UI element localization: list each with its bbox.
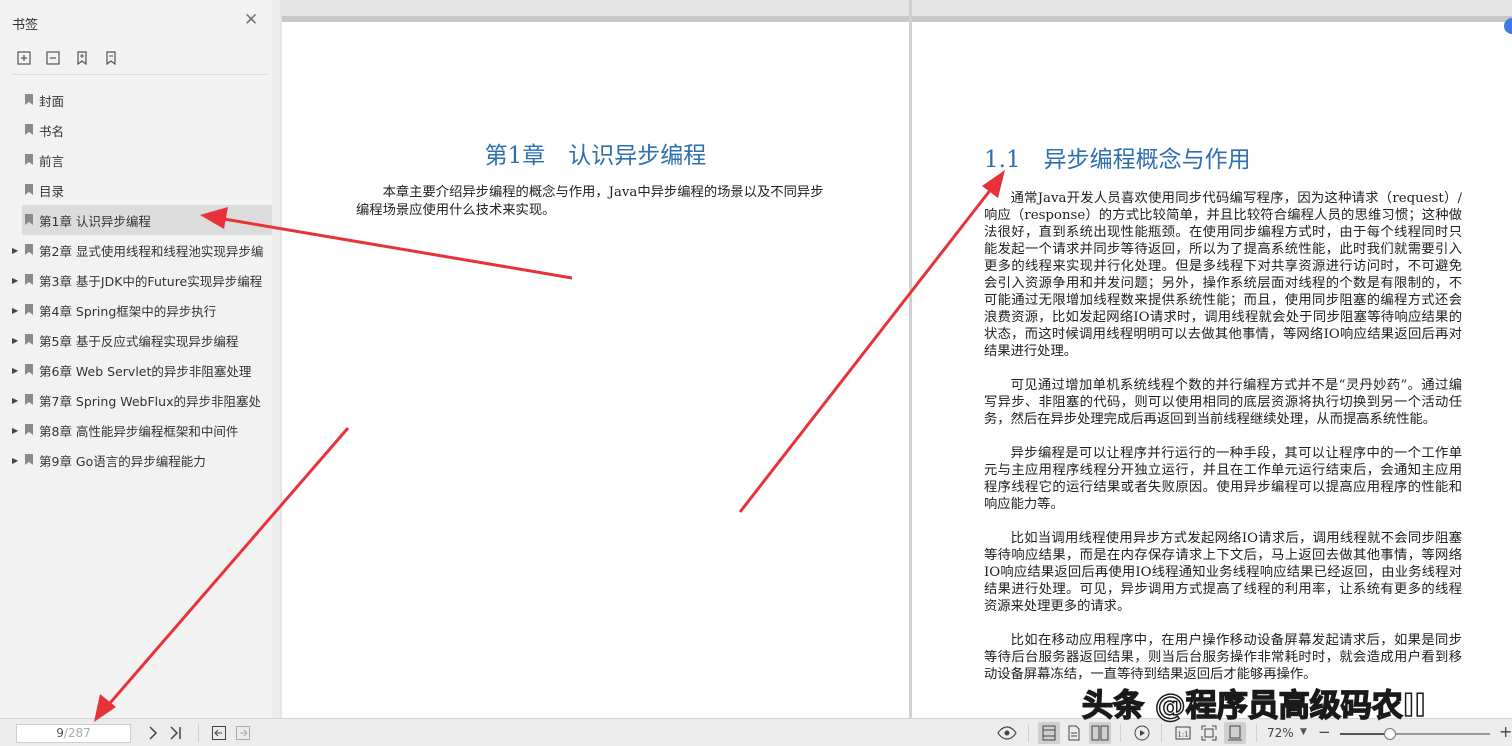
two-page-view-icon[interactable] (1089, 722, 1111, 744)
bookmark-label: 第3章 基于JDK中的Future实现异步编程 (39, 273, 263, 289)
zoom-slider-fill (1340, 733, 1390, 735)
single-page-view-icon[interactable] (1038, 722, 1060, 744)
section-body: 通常Java开发人员喜欢使用同步代码编写程序，因为这种请求（request）/响… (984, 190, 1462, 700)
bookmark-label: 书名 (39, 123, 65, 139)
bookmark-icon (25, 274, 33, 285)
zoom-slider[interactable] (1340, 728, 1490, 740)
bookmark-label: 第2章 显式使用线程和线程池实现异步编 (39, 243, 264, 259)
zoom-in-icon[interactable]: + (1499, 722, 1512, 741)
bookmark-label: 第8章 高性能异步编程框架和中间件 (39, 423, 239, 439)
bookmark-panel: 书签 ✕ 封面书名前言目录▶第1章 认识异步编程▶第2章 显式使用线程和线程池实… (0, 0, 279, 718)
expand-arrow-icon[interactable]: ▶ (12, 276, 18, 285)
bookmark-label: 第6章 Web Servlet的异步非阻塞处理 (39, 363, 252, 379)
chevron-down-icon[interactable]: ▼ (1300, 727, 1307, 737)
bookmark-item[interactable]: 目录 (0, 175, 272, 205)
expand-arrow-icon[interactable]: ▶ (12, 336, 18, 345)
bookmark-item[interactable]: ▶ 第6章 Web Servlet的异步非阻塞处理 (0, 355, 272, 385)
bookmark-panel-title: 书签 (12, 18, 39, 33)
remove-bookmark-icon[interactable] (101, 48, 121, 68)
divider (1161, 724, 1162, 742)
expand-arrow-icon[interactable]: ▶ (12, 306, 18, 315)
bookmark-icon (25, 304, 33, 315)
bookmark-icon (25, 214, 33, 225)
bookmark-list: 封面书名前言目录▶第1章 认识异步编程▶第2章 显式使用线程和线程池实现异步编▶… (0, 85, 272, 475)
bookmark-item[interactable]: 前言 (0, 145, 272, 175)
bookmark-toolbar (14, 48, 121, 68)
close-icon[interactable]: ✕ (244, 12, 258, 29)
last-page-icon[interactable] (168, 724, 184, 742)
svg-text:1:1: 1:1 (1177, 731, 1188, 739)
bookmark-icon (25, 124, 33, 135)
scrollbar[interactable] (272, 0, 279, 718)
bookmark-label: 目录 (39, 183, 65, 199)
divider (12, 74, 267, 75)
bookmark-icon (25, 394, 33, 405)
bookmark-item[interactable]: ▶ 第7章 Spring WebFlux的异步非阻塞处 (0, 385, 272, 415)
bookmark-icon (25, 184, 33, 195)
bookmark-label: 第7章 Spring WebFlux的异步非阻塞处 (39, 393, 261, 409)
bookmark-label: 封面 (39, 93, 65, 109)
bookmark-label: 前言 (39, 153, 65, 169)
bookmark-label: 第1章 认识异步编程 (39, 213, 151, 229)
collapse-bookmarks-icon[interactable] (43, 48, 63, 68)
page-number-input[interactable]: 9/287 (16, 724, 131, 743)
fit-page-icon[interactable] (1198, 722, 1220, 744)
previous-view-icon[interactable] (210, 724, 228, 742)
bookmark-item[interactable]: ▶ 第8章 高性能异步编程框架和中间件 (0, 415, 272, 445)
chapter-title: 第1章 认识异步编程 (484, 143, 707, 169)
zoom-slider-handle[interactable] (1383, 728, 1396, 740)
actual-size-icon[interactable]: 1:1 (1172, 722, 1194, 744)
bookmark-label: 第9章 Go语言的异步编程能力 (39, 453, 206, 469)
continuous-view-icon[interactable] (1063, 722, 1085, 744)
bookmark-icon (25, 334, 33, 345)
current-page: 9 (56, 726, 64, 740)
bookmark-item[interactable]: ▶ 第9章 Go语言的异步编程能力 (0, 445, 272, 475)
bookmark-item[interactable]: ▶第1章 认识异步编程 (22, 205, 272, 235)
bookmark-label: 第5章 基于反应式编程实现异步编程 (39, 333, 239, 349)
bookmark-item[interactable]: 书名 (0, 115, 272, 145)
paragraph: 比如在移动应用程序中，在用户操作移动设备屏幕发起请求后，如果是同步等待后台服务器… (984, 633, 1462, 682)
left-page: 第1章 认识异步编程 本章主要介绍异步编程的概念与作用，Java中异步编程的场景… (282, 22, 909, 718)
document-view[interactable]: 第1章 认识异步编程 本章主要介绍异步编程的概念与作用，Java中异步编程的场景… (280, 0, 1512, 718)
bookmark-item[interactable]: ▶ 第4章 Spring框架中的异步执行 (0, 295, 272, 325)
paragraph: 异步编程是可以让程序并行运行的一种手段，其可以让程序中的一个工作单元与主应用程序… (984, 446, 1462, 512)
divider (1028, 724, 1029, 742)
expand-arrow-icon[interactable]: ▶ (12, 396, 18, 405)
bookmark-icon (25, 454, 33, 465)
bookmark-item[interactable]: ▶ 第5章 基于反应式编程实现异步编程 (0, 325, 272, 355)
expand-arrow-icon[interactable]: ▶ (12, 426, 18, 435)
bookmark-item[interactable]: 封面 (0, 85, 272, 115)
watermark: 头条 @程序员高级码农II (1081, 687, 1426, 725)
eye-icon[interactable] (996, 724, 1018, 742)
expand-arrow-icon[interactable]: ▶ (12, 366, 18, 375)
paragraph: 可见通过增加单机系统线程个数的并行编程方式并不是“灵丹妙药”。通过编写异步、非阻… (984, 378, 1462, 427)
bookmark-item[interactable]: ▶ 第3章 基于JDK中的Future实现异步编程 (0, 265, 272, 295)
total-pages: /287 (63, 726, 91, 740)
fit-width-icon[interactable] (1224, 722, 1246, 744)
next-page-icon[interactable] (146, 724, 160, 742)
divider (198, 724, 199, 742)
expand-arrow-icon[interactable]: ▶ (12, 246, 18, 255)
bookmark-label: 第4章 Spring框架中的异步执行 (39, 303, 217, 319)
bookmark-icon (25, 364, 33, 375)
zoom-out-icon[interactable]: − (1318, 723, 1331, 741)
section-title: 1.1 异步编程概念与作用 (984, 147, 1251, 173)
paragraph: 通常Java开发人员喜欢使用同步代码编写程序，因为这种请求（request）/响… (984, 191, 1462, 359)
bookmark-icon (25, 154, 33, 165)
zoom-level[interactable]: 72% (1267, 726, 1294, 740)
next-view-icon[interactable] (234, 724, 252, 742)
expand-bookmarks-icon[interactable] (14, 48, 34, 68)
bookmark-icon (25, 94, 33, 105)
bookmark-item[interactable]: ▶ 第2章 显式使用线程和线程池实现异步编 (0, 235, 272, 265)
bookmark-icon (25, 244, 33, 255)
add-bookmark-icon[interactable] (72, 48, 92, 68)
bookmark-icon (25, 424, 33, 435)
play-icon[interactable] (1131, 722, 1153, 744)
divider (1120, 724, 1121, 742)
right-page: 1.1 异步编程概念与作用 通常Java开发人员喜欢使用同步代码编写程序，因为这… (912, 22, 1512, 718)
expand-arrow-icon[interactable]: ▶ (12, 456, 18, 465)
divider (1256, 724, 1257, 742)
paragraph: 比如当调用线程使用异步方式发起网络IO请求后，调用线程就不会同步阻塞等待响应结果… (984, 531, 1462, 614)
chapter-intro: 本章主要介绍异步编程的概念与作用，Java中异步编程的场景以及不同异步编程场景应… (356, 185, 824, 218)
